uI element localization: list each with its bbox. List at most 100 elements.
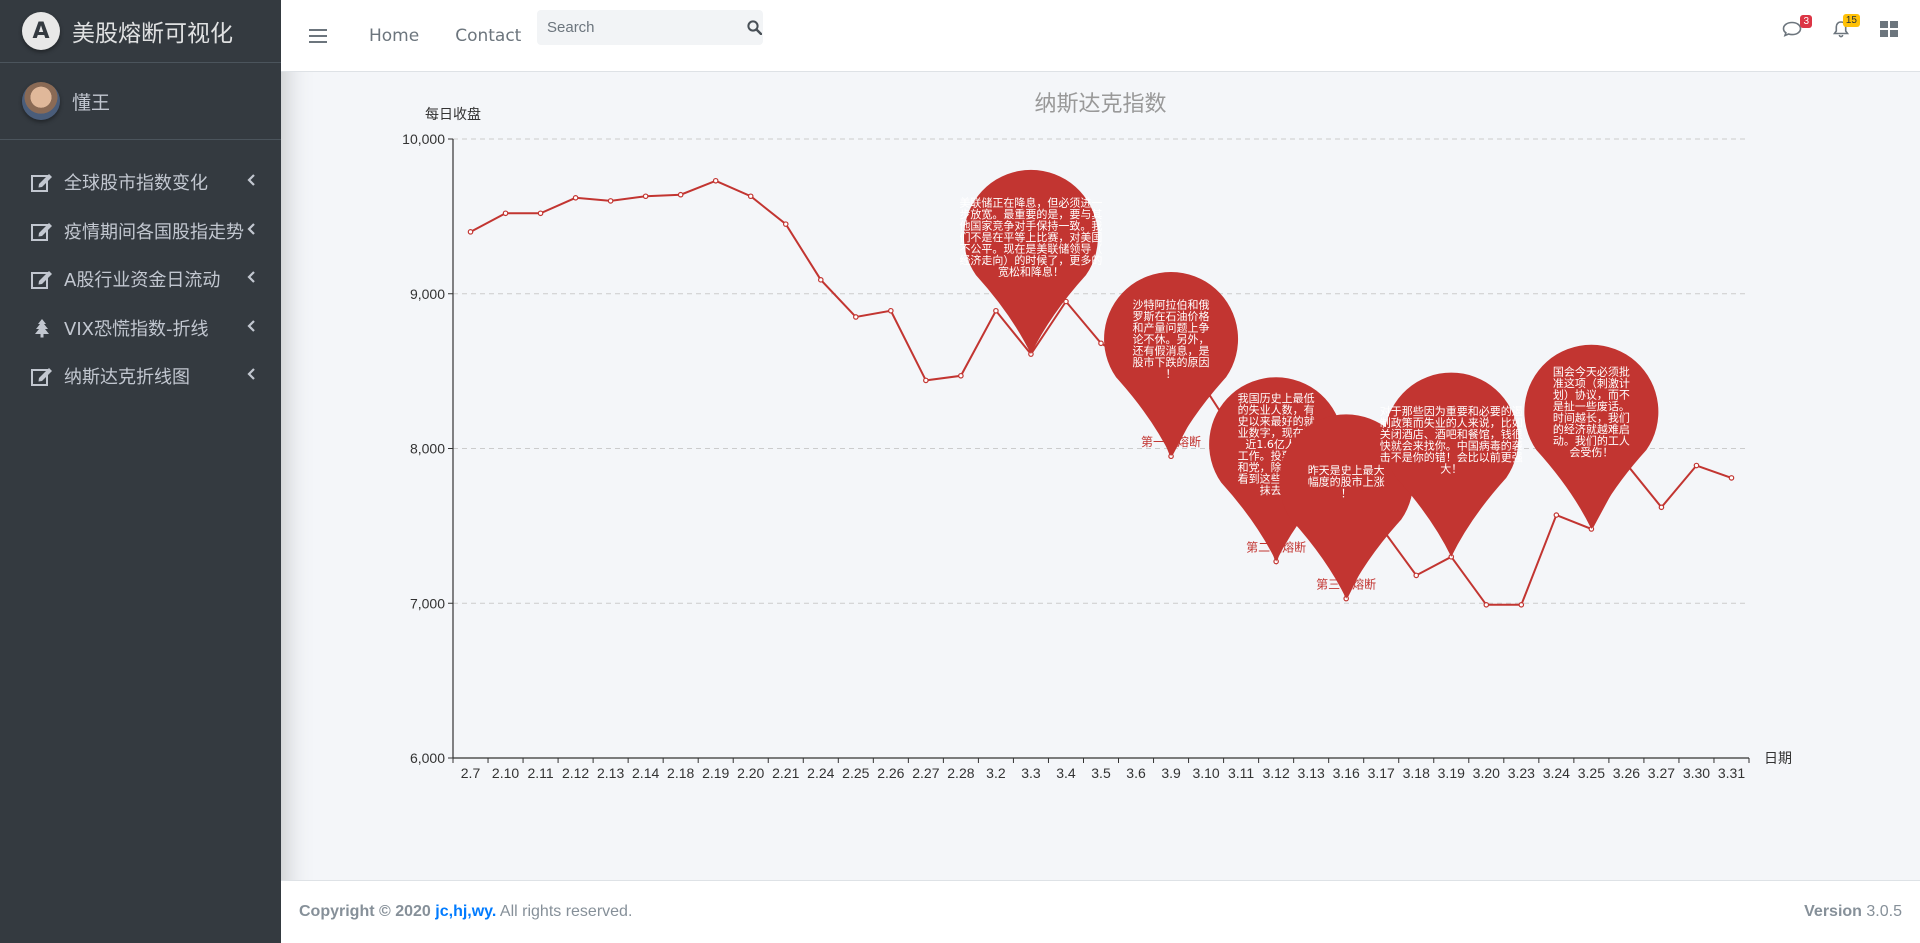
sidebar-item-label: 疫情期间各国股指走势 — [64, 221, 244, 243]
data-point — [923, 377, 929, 384]
sidebar-nav: 全球股市指数变化 疫情期间各国股指走势 A股行业资金日流动 VIX恐慌指数-折线… — [0, 140, 281, 401]
sidebar-item-label: A股行业资金日流动 — [64, 270, 221, 292]
x-tick-label: 3.11 — [1228, 765, 1254, 781]
sidebar-item-vix[interactable]: VIX恐慌指数-折线 — [0, 304, 281, 353]
x-tick-label: 2.28 — [947, 765, 974, 781]
chevron-left-icon — [247, 174, 257, 190]
search-icon[interactable] — [746, 10, 763, 45]
notifications-button[interactable]: 15 — [1832, 14, 1860, 43]
copyright-link[interactable]: jc,hj,wy. — [435, 903, 496, 920]
x-tick-label: 3.18 — [1403, 765, 1430, 781]
edit-icon — [30, 171, 54, 193]
notifications-count-badge: 15 — [1842, 14, 1860, 27]
tree-icon — [30, 317, 54, 339]
search-form — [537, 10, 763, 45]
x-tick-label: 3.10 — [1192, 765, 1219, 781]
x-tick-label: 3.25 — [1578, 765, 1605, 781]
data-point — [1658, 504, 1665, 511]
x-tick-label: 2.10 — [492, 765, 519, 781]
copyright-prefix: Copyright © 2020 — [299, 903, 431, 920]
data-point — [782, 221, 789, 227]
x-tick-label: 2.13 — [597, 765, 624, 781]
sidebar-item-a-share-flow[interactable]: A股行业资金日流动 — [0, 255, 281, 304]
sidebar-item-nasdaq[interactable]: 纳斯达克折线图 — [0, 352, 281, 401]
data-point — [817, 277, 824, 283]
grid-icon — [1880, 21, 1898, 42]
top-navbar: Home Contact 3 15 — [281, 0, 1920, 72]
x-tick-label: 2.25 — [842, 765, 869, 781]
chevron-left-icon — [247, 222, 257, 239]
data-point — [677, 191, 684, 198]
nasdaq-chart: 纳斯达克指数 6,000 7,000 8,000 9,000 10,000 每日收盘 日期 2… — [281, 72, 1920, 880]
y-tick-label: 6,000 — [410, 750, 445, 766]
pin-text: 沙特阿拉伯和俄罗斯在石油价格和产量问题上争论不休。另外，还有假消息，是股市下跌的… — [1133, 297, 1210, 380]
data-point — [572, 195, 579, 201]
sidebar-item-global-indices[interactable]: 全球股市指数变化 — [0, 158, 281, 207]
avatar — [22, 82, 60, 120]
data-point — [467, 229, 474, 235]
brand-link[interactable]: A 美股熔断可视化 — [0, 0, 281, 63]
data-point — [1413, 572, 1420, 579]
x-tick-label: 3.23 — [1508, 765, 1535, 781]
x-tick-label: 2.12 — [562, 765, 589, 781]
footer-version: Version 3.0.5 — [1804, 903, 1902, 921]
y-tick-label: 9,000 — [410, 286, 445, 302]
navbar-right: 3 15 — [1752, 0, 1898, 63]
data-point — [712, 177, 719, 184]
data-point — [607, 198, 614, 204]
nav-link-home[interactable]: Home — [369, 26, 419, 46]
user-name: 懂王 — [72, 91, 111, 114]
sidebar-item-label: 全球股市指数变化 — [64, 173, 208, 195]
x-tick-label: 2.20 — [737, 765, 764, 781]
x-tick-label: 3.4 — [1056, 765, 1076, 781]
data-point — [1693, 462, 1700, 469]
chevron-left-icon — [247, 271, 257, 287]
x-tick-label: 2.24 — [807, 765, 834, 781]
messages-count-badge: 3 — [1800, 15, 1812, 28]
brand-logo: A — [22, 12, 60, 50]
data-point — [1518, 601, 1525, 608]
x-tick-label: 3.30 — [1683, 765, 1710, 781]
nav-link-contact[interactable]: Contact — [455, 26, 521, 46]
comments-icon — [1782, 21, 1802, 42]
messages-button[interactable]: 3 — [1782, 15, 1812, 42]
data-point — [537, 210, 544, 217]
brand-title: 美股熔断可视化 — [72, 21, 233, 47]
x-tick-label: 3.26 — [1613, 765, 1640, 781]
x-tick-label: 3.9 — [1161, 765, 1181, 781]
main-content: 纳斯达克指数 6,000 7,000 8,000 9,000 10,000 每日收盘 日期 2… — [281, 72, 1920, 880]
sidebar-item-label: VIX恐慌指数-折线 — [64, 318, 209, 340]
footer: Copyright © 2020 jc,hj,wy. All rights re… — [281, 880, 1920, 943]
search-input[interactable] — [537, 19, 746, 36]
x-tick-label: 3.31 — [1718, 765, 1745, 781]
apps-grid-button[interactable] — [1880, 21, 1898, 42]
footer-copyright: Copyright © 2020 jc,hj,wy. All rights re… — [299, 903, 632, 921]
x-tick-label: 3.12 — [1263, 765, 1290, 781]
chart-title: 纳斯达克指数 — [1034, 92, 1167, 117]
x-tick-label: 2.11 — [527, 765, 553, 781]
data-point — [853, 314, 859, 320]
sidebar: A 美股熔断可视化 懂王 全球股市指数变化 疫情期间各国股指走势 A股行业资金日… — [0, 0, 281, 943]
sidebar-item-pandemic-indices[interactable]: 疫情期间各国股指走势 — [0, 207, 281, 256]
user-panel[interactable]: 懂王 — [0, 63, 281, 140]
x-tick-label: 3.27 — [1648, 765, 1675, 781]
x-tick-label: 3.16 — [1333, 765, 1360, 781]
copyright-suffix: All rights reserved. — [499, 903, 633, 920]
x-tick-label: 2.26 — [877, 765, 904, 781]
x-tick-label: 3.13 — [1298, 765, 1325, 781]
pin-text: 国会今天必须批准这项（刺激计划）协议，而不是扯一些废话。时间越长，我们的经济就越… — [1553, 364, 1630, 459]
x-tick-label: 3.19 — [1438, 765, 1465, 781]
y-tick-label: 7,000 — [410, 595, 445, 611]
chevron-left-icon — [247, 319, 257, 336]
x-tick-label: 2.19 — [702, 765, 729, 781]
x-tick-label: 2.14 — [632, 765, 659, 781]
data-point — [747, 193, 754, 200]
x-axis-label: 日期 — [1764, 751, 1792, 767]
x-tick-label: 3.20 — [1473, 765, 1500, 781]
data-point — [888, 307, 894, 314]
data-point — [1553, 512, 1560, 518]
x-tick-label: 3.5 — [1091, 765, 1111, 781]
x-tick-label: 3.24 — [1543, 765, 1570, 781]
menu-toggle-icon[interactable] — [309, 28, 327, 43]
sidebar-item-label: 纳斯达克折线图 — [64, 367, 190, 389]
